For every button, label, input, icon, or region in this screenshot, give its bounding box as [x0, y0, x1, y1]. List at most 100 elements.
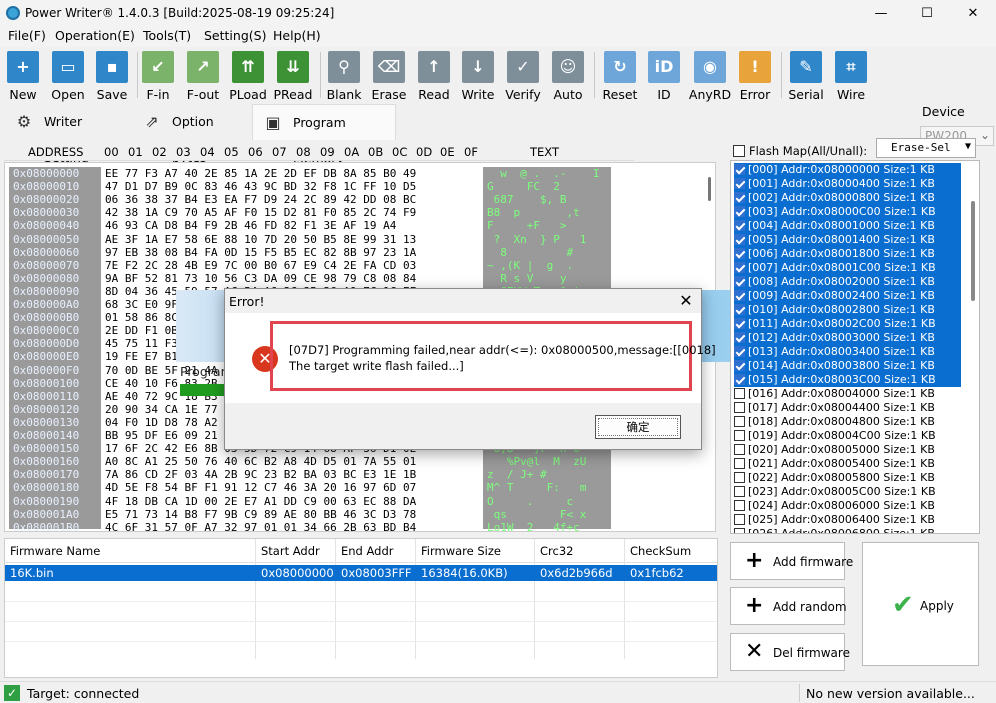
maximize-icon[interactable]: ☐ — [904, 0, 950, 27]
sector-item[interactable]: [019] Addr:0x08004C00 Size:1 KB — [734, 429, 936, 443]
error-button[interactable]: ! Error — [733, 51, 777, 103]
wire-button[interactable]: ⌗ Wire — [829, 51, 873, 103]
sector-item[interactable]: [020] Addr:0x08005000 Size:1 KB — [734, 443, 935, 457]
checkbox[interactable] — [734, 290, 745, 301]
serial-button[interactable]: ✎ Serial — [784, 51, 828, 103]
hex-row-bytes[interactable]: 7A 86 CD 2F 03 4A 2B 9C 23 B2 BA 03 BC E… — [105, 468, 416, 482]
menu-help[interactable]: Help(H) — [273, 28, 321, 43]
sector-item[interactable]: [025] Addr:0x08006400 Size:1 KB — [734, 513, 935, 527]
hex-row-bytes[interactable]: 97 EB 38 08 B4 FA 0D 15 F5 B5 EC 82 8B 9… — [105, 246, 416, 260]
sector-item[interactable]: [009] Addr:0x08002400 Size:1 KB — [734, 289, 961, 303]
sector-item[interactable]: [004] Addr:0x08001000 Size:1 KB — [734, 219, 961, 233]
id-button[interactable]: iD ID — [642, 51, 686, 103]
sector-item[interactable]: [016] Addr:0x08004000 Size:1 KB — [734, 387, 935, 401]
checkbox[interactable] — [734, 318, 745, 329]
sector-item[interactable]: [007] Addr:0x08001C00 Size:1 KB — [734, 261, 961, 275]
sector-item[interactable]: [024] Addr:0x08006000 Size:1 KB — [734, 499, 935, 513]
open-button[interactable]: ▭ Open — [46, 51, 90, 103]
close-icon[interactable]: ✕ — [675, 290, 697, 312]
checkbox[interactable] — [734, 360, 745, 371]
checkbox[interactable] — [734, 486, 745, 497]
add-firmware-button[interactable]: + Add firmware — [730, 542, 853, 580]
checkbox[interactable] — [734, 262, 745, 273]
tab-writer-setting[interactable]: ⚙Writer Setting — [4, 104, 128, 166]
flash-map-all-toggle[interactable]: Flash Map(All/Unall): — [733, 144, 867, 158]
sector-item[interactable]: [017] Addr:0x08004400 Size:1 KB — [734, 401, 935, 415]
checkbox[interactable] — [734, 346, 745, 357]
checkbox[interactable] — [734, 444, 745, 455]
sector-item[interactable]: [022] Addr:0x08005800 Size:1 KB — [734, 471, 935, 485]
erase-button[interactable]: ⌫ Erase — [367, 51, 411, 103]
pread-button[interactable]: ⇊ PRead — [271, 51, 315, 103]
sector-item[interactable]: [021] Addr:0x08005400 Size:1 KB — [734, 457, 935, 471]
hex-row-bytes[interactable]: E5 71 73 14 B8 F7 9B C9 89 AE 80 BB 46 3… — [105, 508, 416, 522]
hex-row-bytes[interactable]: AE 3F 1A E7 58 6E 88 10 7D 20 50 B5 8E 9… — [105, 233, 416, 247]
checkbox[interactable] — [734, 500, 745, 511]
hex-row-bytes[interactable]: 06 36 38 37 B4 E3 EA F7 D9 24 2C 89 42 D… — [105, 193, 416, 207]
sector-item[interactable]: [026] Addr:0x08006800 Size:1 KB — [734, 527, 935, 533]
file-in-button[interactable]: ↙ F-in — [136, 51, 180, 103]
minimize-icon[interactable]: — — [858, 0, 904, 27]
checkbox[interactable] — [734, 304, 745, 315]
checkbox[interactable] — [734, 276, 745, 287]
erase-mode-select[interactable]: Erase-Sel ▼ — [876, 138, 976, 158]
pload-button[interactable]: ⇈ PLoad — [226, 51, 270, 103]
hex-row-bytes[interactable]: 4F 18 DB CA 1D 00 2E E7 A1 DD C9 00 63 E… — [105, 495, 416, 509]
write-button[interactable]: ↓ Write — [456, 51, 500, 103]
checkbox[interactable] — [734, 472, 745, 483]
sector-item[interactable]: [012] Addr:0x08003000 Size:1 KB — [734, 331, 961, 345]
sector-item[interactable]: [023] Addr:0x08005C00 Size:1 KB — [734, 485, 936, 499]
verify-button[interactable]: ✓ Verify — [501, 51, 545, 103]
checkbox[interactable] — [734, 458, 745, 469]
tab-option-bytes[interactable]: ⇗Option bytes — [132, 104, 252, 166]
apply-button[interactable]: ✔ Apply — [862, 542, 979, 666]
hex-row-bytes[interactable]: 4D 5E F8 54 BF F1 91 12 C7 46 3A 20 16 9… — [105, 481, 416, 495]
anyrd-button[interactable]: ◉ AnyRD — [688, 51, 732, 103]
blank-button[interactable]: ⚲ Blank — [322, 51, 366, 103]
sector-item[interactable]: [013] Addr:0x08003400 Size:1 KB — [734, 345, 961, 359]
sector-item[interactable]: [002] Addr:0x08000800 Size:1 KB — [734, 191, 961, 205]
hex-row-bytes[interactable]: EE 77 F3 A7 40 2E 85 1A 2E 2D EF DB 8A 8… — [105, 167, 416, 181]
checkbox[interactable] — [734, 430, 745, 441]
new-button[interactable]: + New — [1, 51, 45, 103]
hex-row-bytes[interactable]: 46 93 CA D8 B4 F9 2B 46 FD 82 F1 3E AF 1… — [105, 219, 396, 233]
sector-item[interactable]: [005] Addr:0x08001400 Size:1 KB — [734, 233, 961, 247]
hex-row-bytes[interactable]: A0 8C A1 25 50 76 40 6C B2 A8 4D D5 01 7… — [105, 455, 416, 469]
sector-item[interactable]: [011] Addr:0x08002C00 Size:1 KB — [734, 317, 961, 331]
hex-row-bytes[interactable]: 9A BF 52 81 73 10 56 C3 DA 09 CE 98 79 C… — [105, 272, 416, 286]
checkbox[interactable] — [734, 220, 745, 231]
hex-row-bytes[interactable]: 42 38 1A C9 70 A5 AF F0 15 D2 81 F0 85 2… — [105, 206, 416, 220]
sector-item[interactable]: [018] Addr:0x08004800 Size:1 KB — [734, 415, 935, 429]
sector-item[interactable]: [001] Addr:0x08000400 Size:1 KB — [734, 177, 961, 191]
checkbox[interactable] — [734, 164, 745, 175]
file-out-button[interactable]: ↗ F-out — [181, 51, 225, 103]
checkbox[interactable] — [734, 528, 745, 533]
checkbox[interactable] — [734, 234, 745, 245]
tab-program-memory[interactable]: ▣Program Memory — [252, 104, 396, 166]
ok-button[interactable]: 确定 — [595, 415, 681, 439]
sector-item[interactable]: [000] Addr:0x08000000 Size:1 KB — [734, 163, 961, 177]
sector-item[interactable]: [010] Addr:0x08002800 Size:1 KB — [734, 303, 961, 317]
checkbox[interactable] — [734, 374, 745, 385]
hex-row-bytes[interactable]: 7E F2 2C 28 4B E9 7C 00 B0 67 E9 C4 2E F… — [105, 259, 416, 273]
checkbox[interactable] — [734, 248, 745, 259]
checkbox[interactable] — [734, 206, 745, 217]
sector-item[interactable]: [008] Addr:0x08002000 Size:1 KB — [734, 275, 961, 289]
sector-item[interactable]: [014] Addr:0x08003800 Size:1 KB — [734, 359, 961, 373]
scrollbar-thumb[interactable] — [971, 201, 975, 301]
table-row[interactable]: 16K.bin 0x08000000 0x08003FFF 16384(16.0… — [5, 565, 717, 581]
sector-item[interactable]: [003] Addr:0x08000C00 Size:1 KB — [734, 205, 961, 219]
menu-file[interactable]: File(F) — [8, 28, 46, 43]
sector-item[interactable]: [006] Addr:0x08001800 Size:1 KB — [734, 247, 961, 261]
hex-row-bytes[interactable]: 4C 6F 31 57 0F A7 32 97 01 01 34 66 2B 6… — [105, 521, 416, 531]
del-firmware-button[interactable]: ✕ Del firmware — [730, 633, 850, 671]
menu-setting[interactable]: Setting(S) — [204, 28, 266, 43]
read-button[interactable]: ↑ Read — [412, 51, 456, 103]
checkbox[interactable] — [734, 402, 745, 413]
sector-list[interactable]: [000] Addr:0x08000000 Size:1 KB [001] Add… — [730, 160, 980, 534]
checkbox[interactable] — [734, 388, 745, 399]
save-button[interactable]: ▪ Save — [90, 51, 134, 103]
sector-scrollbar[interactable] — [967, 161, 979, 533]
hex-row-bytes[interactable]: 47 D1 D7 B9 0C 83 46 43 9C BD 32 F8 1C F… — [105, 180, 416, 194]
checkbox[interactable] — [734, 192, 745, 203]
